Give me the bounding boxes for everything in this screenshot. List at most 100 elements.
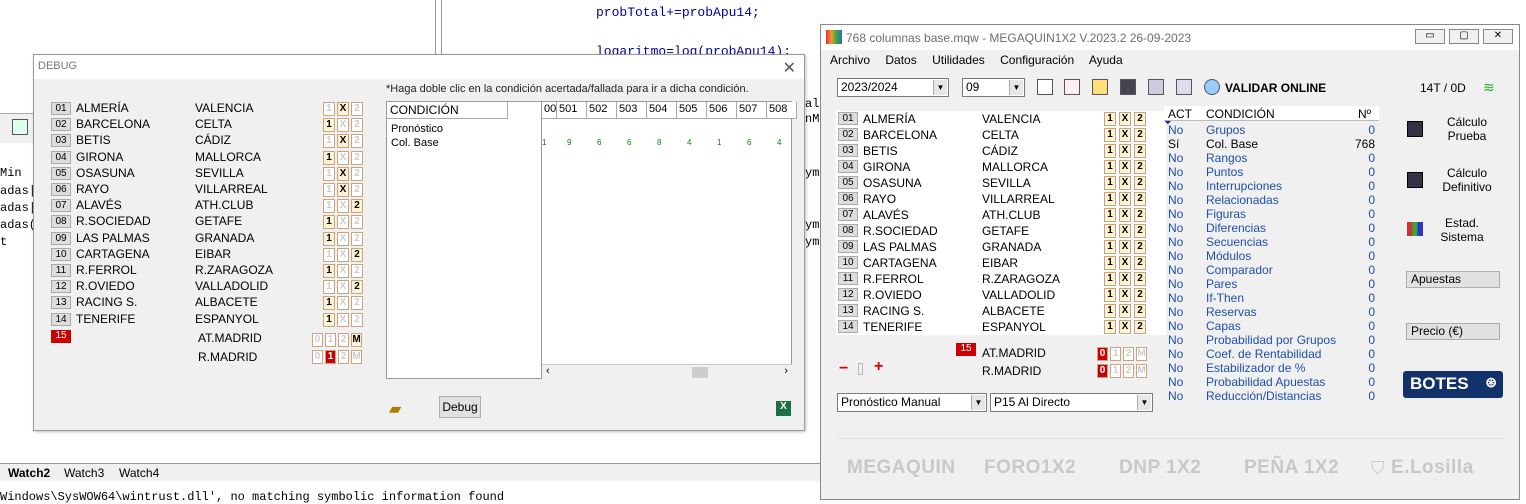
sign-1-cell[interactable]: 1 [323, 215, 335, 230]
sign-2-cell[interactable]: 2 [351, 264, 363, 278]
sign-2-cell[interactable]: 2 [351, 296, 363, 311]
condition-row[interactable]: No If-Then 0 [1164, 291, 1379, 305]
sign-2-cell[interactable]: 2 [351, 199, 363, 214]
sign-x-cell[interactable]: X [337, 312, 349, 327]
sign-2-cell[interactable]: 2 [1134, 208, 1146, 222]
menu-archivo[interactable]: Archivo [830, 53, 870, 67]
sign-1-cell[interactable]: 1 [1104, 112, 1116, 126]
sign-1-cell[interactable]: 1 [1104, 272, 1116, 286]
plus-button[interactable]: + [874, 358, 883, 376]
watch-icon[interactable] [12, 119, 28, 135]
p15-home-cell[interactable]: M [1136, 347, 1147, 361]
sign-2-cell[interactable]: 2 [1134, 272, 1146, 286]
validar-online-button[interactable]: VALIDAR ONLINE [1225, 81, 1326, 95]
sign-x-cell[interactable]: X [337, 150, 349, 165]
condition-row[interactable]: No Interrupciones 0 [1164, 179, 1379, 193]
sign-x-cell[interactable]: X [337, 118, 349, 133]
sign-x-cell[interactable]: X [1119, 320, 1131, 334]
condition-row[interactable]: No Reservas 0 [1164, 305, 1379, 319]
sign-x-cell[interactable]: X [1119, 192, 1131, 206]
jornada-select[interactable]: 09 ▼ [962, 78, 1025, 97]
sign-1-cell[interactable]: 1 [1104, 208, 1116, 222]
calculo-prueba-button[interactable]: Cálculo Prueba [1427, 115, 1507, 143]
sign-2-cell[interactable]: 2 [351, 247, 363, 262]
new-file-icon[interactable] [1037, 79, 1053, 95]
condition-row[interactable]: No Secuencias 0 [1164, 235, 1379, 249]
condition-row[interactable]: No Rangos 0 [1164, 151, 1379, 165]
sign-1-cell[interactable]: 1 [1104, 224, 1116, 238]
sign-1-cell[interactable]: 1 [323, 247, 335, 262]
sign-2-cell[interactable]: 2 [1134, 256, 1146, 270]
p15-away-cell[interactable]: 0 [1097, 364, 1108, 378]
botes-button[interactable]: BOTES ⊛ [1403, 371, 1503, 398]
apuestas-button[interactable]: Apuestas [1406, 271, 1500, 288]
p15-home-cell[interactable]: 1 [325, 333, 336, 347]
sign-x-cell[interactable]: X [1119, 160, 1131, 174]
sign-1-cell[interactable]: 1 [1104, 240, 1116, 254]
row-pronostico[interactable]: Pronóstico [391, 123, 443, 135]
condition-row[interactable]: No Grupos 0 [1164, 123, 1379, 137]
scroll-right-icon[interactable]: › [784, 365, 788, 377]
sign-2-cell[interactable]: 2 [351, 102, 363, 116]
sign-2-cell[interactable]: 2 [1134, 176, 1146, 190]
sign-1-cell[interactable]: 1 [1104, 176, 1116, 190]
sign-2-cell[interactable]: 2 [1134, 224, 1146, 238]
condition-row[interactable]: No Puntos 0 [1164, 165, 1379, 179]
p15-away-cell[interactable]: 1 [325, 350, 336, 364]
condition-row[interactable]: No Comparador 0 [1164, 263, 1379, 277]
scroll-left-icon[interactable]: ‹ [546, 365, 550, 377]
sign-2-cell[interactable]: 2 [351, 134, 363, 149]
sign-1-cell[interactable]: 1 [323, 166, 335, 181]
sign-1-cell[interactable]: 1 [1104, 256, 1116, 270]
p15-home-cell[interactable]: 0 [312, 333, 323, 347]
estad-sistema-button[interactable]: Estad. Sistema [1427, 216, 1497, 244]
menu-configuracion[interactable]: Configuración [1000, 53, 1074, 67]
menu-datos[interactable]: Datos [885, 53, 916, 67]
sign-1-cell[interactable]: 1 [323, 231, 335, 246]
sign-x-cell[interactable]: X [337, 280, 349, 295]
sign-2-cell[interactable]: 2 [351, 166, 363, 181]
sign-1-cell[interactable]: 1 [1104, 288, 1116, 302]
p15-home-cell[interactable]: 2 [338, 333, 349, 347]
condition-row[interactable]: Sí Col. Base 768 [1164, 137, 1379, 151]
sign-2-cell[interactable]: 2 [1134, 320, 1146, 334]
sign-2-cell[interactable]: 2 [1134, 288, 1146, 302]
p15-away-cell[interactable]: M [351, 350, 362, 364]
sign-1-cell[interactable]: 1 [323, 150, 335, 165]
minimize-icon[interactable]: ▭ [1415, 29, 1445, 44]
sign-1-cell[interactable]: 1 [323, 264, 335, 278]
sign-1-cell[interactable]: 1 [323, 102, 335, 116]
condition-row[interactable]: No Coef. de Rentabilidad 0 [1164, 347, 1379, 361]
sign-2-cell[interactable]: 2 [351, 280, 363, 295]
save-icon[interactable] [1120, 79, 1136, 95]
sign-2-cell[interactable]: 2 [1134, 160, 1146, 174]
sign-x-cell[interactable]: X [1119, 112, 1131, 126]
scroll-thumb[interactable] [692, 367, 708, 378]
condition-row[interactable]: No Módulos 0 [1164, 249, 1379, 263]
condition-row[interactable]: No Diferencias 0 [1164, 221, 1379, 235]
sign-2-cell[interactable]: 2 [1134, 304, 1146, 318]
report-icon[interactable] [1176, 79, 1192, 95]
condition-row[interactable]: No Figuras 0 [1164, 207, 1379, 221]
sign-x-cell[interactable]: X [337, 247, 349, 262]
delete-icon[interactable] [1064, 79, 1080, 95]
sign-1-cell[interactable]: 1 [1104, 304, 1116, 318]
sign-x-cell[interactable]: X [337, 102, 349, 116]
print-preview-icon[interactable] [1148, 79, 1164, 95]
close-icon[interactable]: ✕ [1483, 29, 1513, 44]
p15-away-cell[interactable]: 2 [338, 350, 349, 364]
dnp1x2-logo[interactable]: DNP 1X2 [1119, 457, 1201, 479]
sign-2-cell[interactable]: 2 [1134, 128, 1146, 142]
debug-button[interactable]: Debug [439, 396, 481, 418]
sign-1-cell[interactable]: 1 [323, 134, 335, 149]
close-icon[interactable]: ✕ [783, 58, 796, 78]
sign-2-cell[interactable]: 2 [351, 150, 363, 165]
elosilla-logo[interactable]: E.Losilla [1391, 457, 1474, 479]
sign-x-cell[interactable]: X [1119, 224, 1131, 238]
p15-away-cell[interactable]: 2 [1123, 364, 1134, 378]
sign-2-cell[interactable]: 2 [1134, 144, 1146, 158]
sign-x-cell[interactable]: X [1119, 128, 1131, 142]
sign-1-cell[interactable]: 1 [323, 296, 335, 311]
p15-home-cell[interactable]: 2 [1123, 347, 1134, 361]
globe-icon[interactable] [1204, 79, 1220, 95]
